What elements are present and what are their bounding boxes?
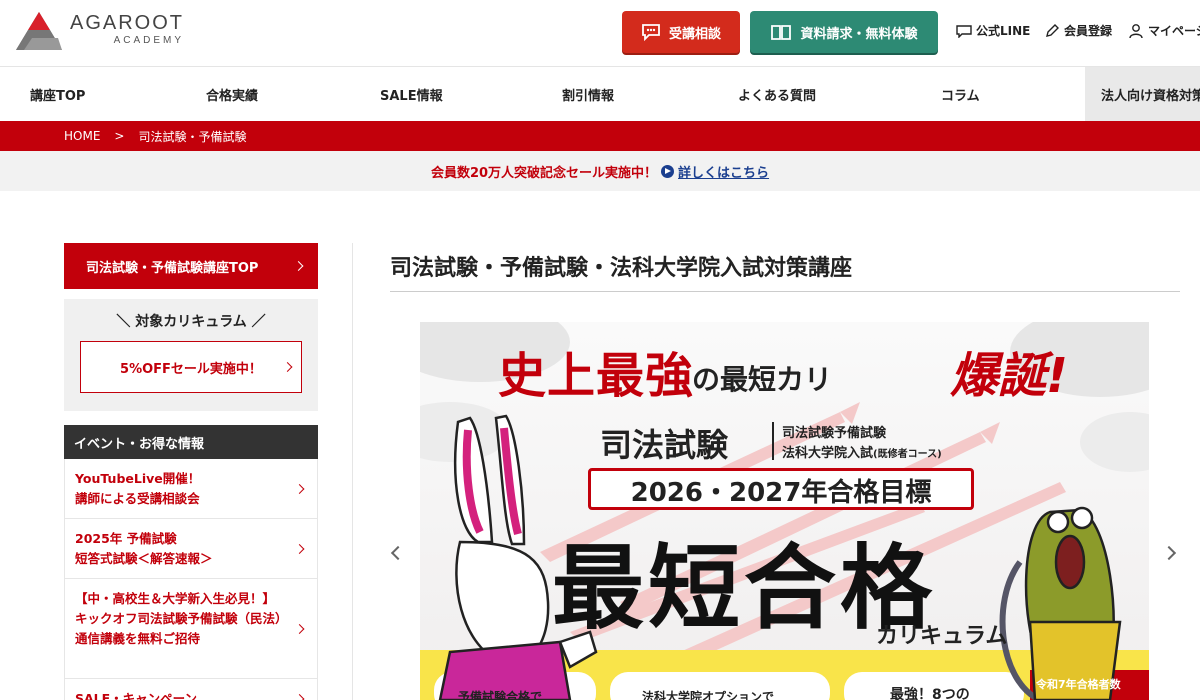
- sale-detail-link[interactable]: 詳しくはこちら: [661, 162, 769, 181]
- consult-label: 受講相談: [668, 26, 721, 42]
- chevron-right-icon: [294, 483, 305, 494]
- event-section-heading: イベント・お得な情報: [64, 425, 318, 459]
- sidebar-course-top-label: 司法試験・予備試験講座TOP: [86, 260, 259, 276]
- site-header: AGAROOT ACADEMY 受講相談 資料請求・無料体験 公式LINE 会員…: [0, 0, 1200, 66]
- mypage-label: マイページ: [1148, 24, 1200, 38]
- chevron-right-icon: [294, 623, 305, 634]
- page-title: 司法試験・予備試験・法科大学院入試対策講座: [390, 256, 853, 281]
- campaign-banner[interactable]: 史上最強 の最短カリ 爆誕! 司法試験 司法試験予備試験 法科大学院入試(既修者…: [420, 322, 1149, 700]
- curriculum-title: ＼ 対象カリキュラム ／: [116, 314, 266, 330]
- nav-item-course-top[interactable]: 講座TOP: [0, 67, 176, 121]
- breadcrumb: HOME > 司法試験・予備試験: [0, 121, 1200, 151]
- nav-item-faq[interactable]: よくある質問: [708, 67, 911, 121]
- event-item-sale-campaign[interactable]: SALE・キャンペーン: [65, 679, 317, 700]
- chevron-right-icon: [294, 543, 305, 554]
- nav-item-discount[interactable]: 割引情報: [532, 67, 708, 121]
- sidebar: 司法試験・予備試験講座TOP ＼ 対象カリキュラム ／ 5%OFFセール実施中！…: [64, 243, 318, 700]
- nav-item-corporate[interactable]: 法人向け資格対策: [1085, 67, 1200, 121]
- banner-card-preliminary: 予備試験合格で: [458, 690, 543, 700]
- request-button[interactable]: 資料請求・無料体験: [750, 11, 938, 53]
- column-divider: [352, 243, 353, 700]
- event-item-label: 【中・高校生＆大学新入生必見！】キックオフ司法試験予備試験（民法）通信講義を無料…: [75, 591, 282, 646]
- logo-sub: ACADEMY: [113, 35, 185, 46]
- nav-item-sale[interactable]: SALE情報: [350, 67, 532, 121]
- breadcrumb-home[interactable]: HOME: [64, 129, 100, 143]
- event-item-kickoff-invite[interactable]: 【中・高校生＆大学新入生必見！】キックオフ司法試験予備試験（民法）通信講義を無料…: [65, 579, 317, 679]
- register-link[interactable]: 会員登録: [1044, 22, 1112, 39]
- event-item-label: 2025年 予備試験 短答式試験＜解答速報＞: [75, 531, 213, 566]
- chevron-right-icon: [282, 362, 293, 372]
- chevron-right-icon: [293, 261, 304, 271]
- banner-exam-sub2-main: 法科大学院入試: [782, 446, 874, 461]
- book-icon: [771, 25, 792, 40]
- global-nav: 講座TOP 合格実績 SALE情報 割引情報 よくある質問 コラム 法人向け資格…: [0, 66, 1200, 121]
- banner-headline-born: 爆誕!: [950, 348, 1068, 404]
- event-item-youtube-live[interactable]: YouTubeLive開催！ 講師による受講相談会: [65, 459, 317, 519]
- banner-headline-middle: の最短カリ: [692, 363, 833, 396]
- banner-target-year: 2026・2027年合格目標: [630, 478, 932, 508]
- event-item-answer-flash[interactable]: 2025年 予備試験 短答式試験＜解答速報＞: [65, 519, 317, 579]
- banner-headline-strongest: 史上最強: [498, 348, 695, 404]
- event-item-label: SALE・キャンペーン: [75, 691, 198, 700]
- pencil-icon: [1046, 23, 1059, 37]
- line-label: 公式LINE: [976, 24, 1031, 38]
- curriculum-sale-label: 5%OFFセール実施中！: [120, 361, 262, 377]
- banner-curriculum-label: カリキュラム: [876, 624, 1008, 649]
- sale-notice-text: 会員数20万人突破記念セール実施中！: [430, 165, 658, 181]
- breadcrumb-separator: >: [114, 129, 125, 143]
- chat-bubble-icon: [642, 24, 660, 41]
- chevron-right-icon: [294, 693, 305, 700]
- event-list: YouTubeLive開催！ 講師による受講相談会 2025年 予備試験 短答式…: [64, 459, 318, 700]
- line-chat-icon: [956, 24, 972, 38]
- logo-mark-icon: [16, 12, 62, 50]
- title-underline: [390, 291, 1180, 292]
- carousel-prev-icon[interactable]: [390, 545, 406, 561]
- banner-exam-title: 司法試験: [600, 426, 729, 464]
- logo-name: AGAROOT: [70, 12, 185, 34]
- sidebar-course-top-button[interactable]: 司法試験・予備試験講座TOP: [64, 243, 318, 289]
- banner-passers-badge: 令和7年合格者数: [1036, 678, 1121, 691]
- sale-notice-bar: 会員数20万人突破記念セール実施中！ 詳しくはこちら: [0, 151, 1200, 191]
- banner-card-eight: 最強！8つの: [890, 687, 970, 700]
- request-label: 資料請求・無料体験: [800, 26, 918, 42]
- banner-exam-sub1: 司法試験予備試験: [782, 426, 887, 441]
- curriculum-sale-button[interactable]: 5%OFFセール実施中！: [80, 341, 302, 393]
- banner-exam-sub2: 法科大学院入試(既修者コース): [782, 442, 942, 461]
- banner-exam-sub2-note: (既修者コース): [873, 449, 942, 460]
- agaroot-logo[interactable]: AGAROOT ACADEMY: [14, 10, 184, 52]
- nav-item-column[interactable]: コラム: [911, 67, 1085, 121]
- banner-card-lawschool: 法科大学院オプションで: [642, 690, 775, 700]
- register-label: 会員登録: [1064, 24, 1113, 38]
- carousel-next-icon[interactable]: [1161, 545, 1177, 561]
- mypage-link[interactable]: マイページ: [1128, 22, 1200, 39]
- nav-item-results[interactable]: 合格実績: [176, 67, 350, 121]
- consult-button[interactable]: 受講相談: [622, 11, 740, 53]
- event-item-label: YouTubeLive開催！ 講師による受講相談会: [75, 471, 201, 506]
- user-icon: [1129, 23, 1143, 38]
- line-link[interactable]: 公式LINE: [956, 22, 1030, 39]
- play-circle-icon: [661, 164, 675, 178]
- breadcrumb-current: 司法試験・予備試験: [138, 129, 247, 144]
- sale-detail-label: 詳しくはこちら: [678, 165, 770, 181]
- curriculum-box: ＼ 対象カリキュラム ／ 5%OFFセール実施中！: [64, 299, 318, 411]
- banner-exam-divider: [772, 422, 774, 460]
